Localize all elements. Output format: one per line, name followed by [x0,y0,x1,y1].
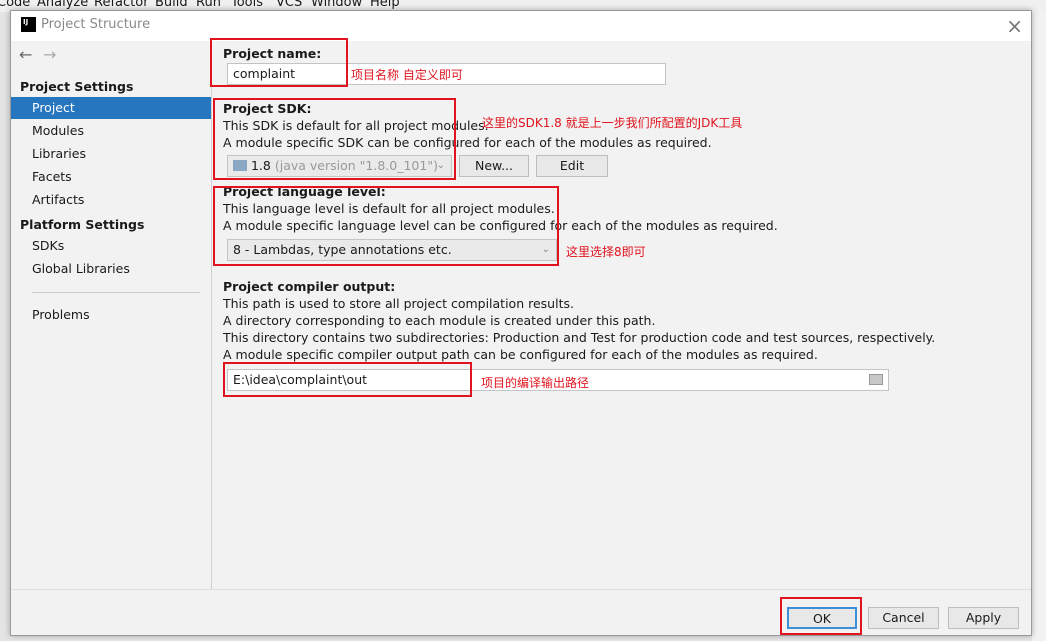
annotation-box-project-name [210,38,348,87]
forward-arrow-icon[interactable]: → [43,45,56,64]
sidebar-item-facets[interactable]: Facets [11,166,211,188]
ide-background-right [1032,12,1046,641]
platform-settings-heading: Platform Settings [20,217,145,232]
annotation-box-ok [780,597,862,635]
menu-code[interactable]: Code [0,0,30,10]
sidebar-item-sdks[interactable]: SDKs [11,235,211,257]
compiler-desc-1: This path is used to store all project c… [223,296,574,311]
cancel-button[interactable]: Cancel [868,607,939,629]
menu-vcs[interactable]: VCS [276,0,302,10]
annotation-sdk: 这里的SDK1.8 就是上一步我们所配置的JDK工具 [482,116,743,130]
title-bar: IJ Project Structure × [11,11,1031,41]
sidebar: ← → Project Settings Project Modules Lib… [11,41,212,589]
sidebar-item-libraries[interactable]: Libraries [11,143,211,165]
annotation-box-language [213,186,559,266]
sidebar-item-global-libraries[interactable]: Global Libraries [11,258,211,280]
menu-window[interactable]: Window [311,0,362,10]
sidebar-item-modules[interactable]: Modules [11,120,211,142]
compiler-desc-4: A module specific compiler output path c… [223,347,818,362]
annotation-box-compiler [223,362,472,397]
sidebar-item-problems[interactable]: Problems [11,304,211,326]
menu-run[interactable]: Run [196,0,221,10]
intellij-logo-icon: IJ [21,17,36,32]
apply-button[interactable]: Apply [948,607,1019,629]
compiler-desc-3: This directory contains two subdirectori… [223,330,936,345]
footer-divider [11,589,1031,590]
project-settings-heading: Project Settings [20,79,134,94]
project-structure-dialog: IJ Project Structure × ← → Project Setti… [10,10,1032,636]
new-sdk-button[interactable]: New... [459,155,529,177]
sidebar-divider [32,292,200,293]
annotation-language: 这里选择8即可 [566,245,646,259]
dialog-title: Project Structure [41,17,151,32]
menu-refactor[interactable]: Refactor [94,0,149,10]
folder-browse-icon[interactable] [869,374,883,385]
sidebar-item-artifacts[interactable]: Artifacts [11,189,211,211]
compiler-output-label: Project compiler output: [223,279,396,294]
sidebar-item-project[interactable]: Project [11,97,211,119]
annotation-project-name: 项目名称 自定义即可 [351,68,463,82]
close-icon[interactable]: × [1006,14,1023,38]
menu-tools[interactable]: Tools [231,0,263,10]
annotation-box-sdk [213,98,456,180]
menu-analyze[interactable]: Analyze [37,0,88,10]
annotation-compiler: 项目的编译输出路径 [481,376,590,390]
menu-build[interactable]: Build [155,0,188,10]
compiler-desc-2: A directory corresponding to each module… [223,313,656,328]
ide-background-left [0,12,10,641]
back-arrow-icon[interactable]: ← [19,45,32,64]
menu-help[interactable]: Help [370,0,400,10]
edit-sdk-button[interactable]: Edit [536,155,608,177]
